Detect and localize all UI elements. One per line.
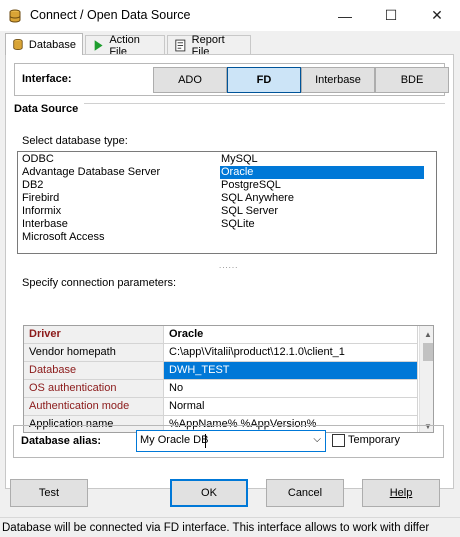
list-item[interactable]: Informix xyxy=(21,205,219,218)
window-title: Connect / Open Data Source xyxy=(30,8,191,22)
param-key: Vendor homepath xyxy=(24,344,164,362)
tab-action-file[interactable]: Action File xyxy=(85,34,165,58)
list-item[interactable]: Interbase xyxy=(21,218,219,231)
connection-params-grid[interactable]: Driver Oracle Vendor homepath C:\app\Vit… xyxy=(23,325,434,433)
minimize-button[interactable]: — xyxy=(322,0,368,31)
list-item[interactable]: SQLite xyxy=(220,218,424,231)
list-item[interactable]: SQL Anywhere xyxy=(220,192,424,205)
param-key: Authentication mode xyxy=(24,398,164,416)
play-icon xyxy=(94,40,103,51)
param-value[interactable]: No xyxy=(164,380,418,398)
table-row[interactable]: Database DWH_TEST xyxy=(24,362,418,380)
select-db-type-label: Select database type: xyxy=(22,135,128,147)
cancel-button[interactable]: Cancel xyxy=(266,479,344,507)
title-bar: Connect / Open Data Source — ☐ ✕ xyxy=(0,0,460,31)
list-item[interactable]: Advantage Database Server xyxy=(21,166,219,179)
interface-bde-button[interactable]: BDE xyxy=(375,67,449,93)
param-key: OS authentication xyxy=(24,380,164,398)
temporary-label: Temporary xyxy=(348,434,400,446)
tab-database[interactable]: Database xyxy=(5,33,83,55)
alias-value: My Oracle DB xyxy=(140,434,209,446)
interface-label: Interface: xyxy=(22,73,72,85)
tab-database-label: Database xyxy=(28,38,76,51)
param-key: Driver xyxy=(24,326,164,344)
splitter-grip[interactable]: ...... xyxy=(219,261,238,270)
report-icon xyxy=(175,39,186,52)
param-value[interactable]: Oracle xyxy=(164,326,418,344)
table-row[interactable]: Authentication mode Normal xyxy=(24,398,418,416)
data-source-title: Data Source xyxy=(14,103,85,115)
list-item-selected[interactable]: Oracle xyxy=(220,166,424,179)
close-button[interactable]: ✕ xyxy=(414,0,460,31)
table-row[interactable]: Driver Oracle xyxy=(24,326,418,344)
test-button[interactable]: Test xyxy=(10,479,88,507)
alias-label: Database alias: xyxy=(21,435,102,447)
list-item[interactable]: MySQL xyxy=(220,153,424,166)
temporary-checkbox[interactable] xyxy=(332,434,345,447)
param-value[interactable]: Normal xyxy=(164,398,418,416)
database-icon xyxy=(13,38,23,51)
interface-ado-button[interactable]: ADO xyxy=(153,67,227,93)
ok-button[interactable]: OK xyxy=(170,479,248,507)
text-caret xyxy=(205,434,206,448)
list-item[interactable]: SQL Server xyxy=(220,205,424,218)
list-item[interactable]: Firebird xyxy=(21,192,219,205)
scroll-thumb[interactable] xyxy=(423,343,433,361)
param-value-selected[interactable]: DWH_TEST xyxy=(164,362,418,380)
list-item[interactable]: Microsoft Access xyxy=(21,231,219,244)
dialog-body: Database Action File Report File Interfa… xyxy=(0,31,460,537)
list-item[interactable]: PostgreSQL xyxy=(220,179,424,192)
alias-group: Database alias: My Oracle DB ⌵ Temporary xyxy=(13,425,444,458)
list-item[interactable]: DB2 xyxy=(21,179,219,192)
status-bar: Database will be connected via FD interf… xyxy=(0,517,460,537)
interface-fd-button[interactable]: FD xyxy=(227,67,301,93)
interface-group: Interface: ADO FD Interbase BDE xyxy=(14,63,449,96)
params-label: Specify connection parameters: xyxy=(22,277,177,289)
help-button[interactable]: Help xyxy=(362,479,440,507)
scroll-up-icon[interactable]: ▲ xyxy=(420,326,433,342)
db-type-column-1: ODBC Advantage Database Server DB2 Fireb… xyxy=(21,153,219,244)
database-icon xyxy=(9,9,21,23)
list-item[interactable]: ODBC xyxy=(21,153,219,166)
alias-combobox[interactable]: My Oracle DB ⌵ xyxy=(136,430,326,452)
grid-scrollbar[interactable]: ▲ ▼ xyxy=(419,326,433,432)
tab-strip: Database Action File Report File xyxy=(0,33,460,58)
chevron-down-icon[interactable]: ⌵ xyxy=(313,434,321,445)
db-type-column-2: MySQL Oracle PostgreSQL SQL Anywhere SQL… xyxy=(220,153,424,231)
maximize-button[interactable]: ☐ xyxy=(368,0,414,31)
param-key: Database xyxy=(24,362,164,380)
table-row[interactable]: Vendor homepath C:\app\Vitalii\product\1… xyxy=(24,344,418,362)
tab-report-file[interactable]: Report File xyxy=(167,34,251,58)
interface-interbase-button[interactable]: Interbase xyxy=(301,67,375,93)
table-row[interactable]: OS authentication No xyxy=(24,380,418,398)
database-type-list[interactable]: ODBC Advantage Database Server DB2 Fireb… xyxy=(17,151,437,254)
param-value[interactable]: C:\app\Vitalii\product\12.1.0\client_1 xyxy=(164,344,418,362)
